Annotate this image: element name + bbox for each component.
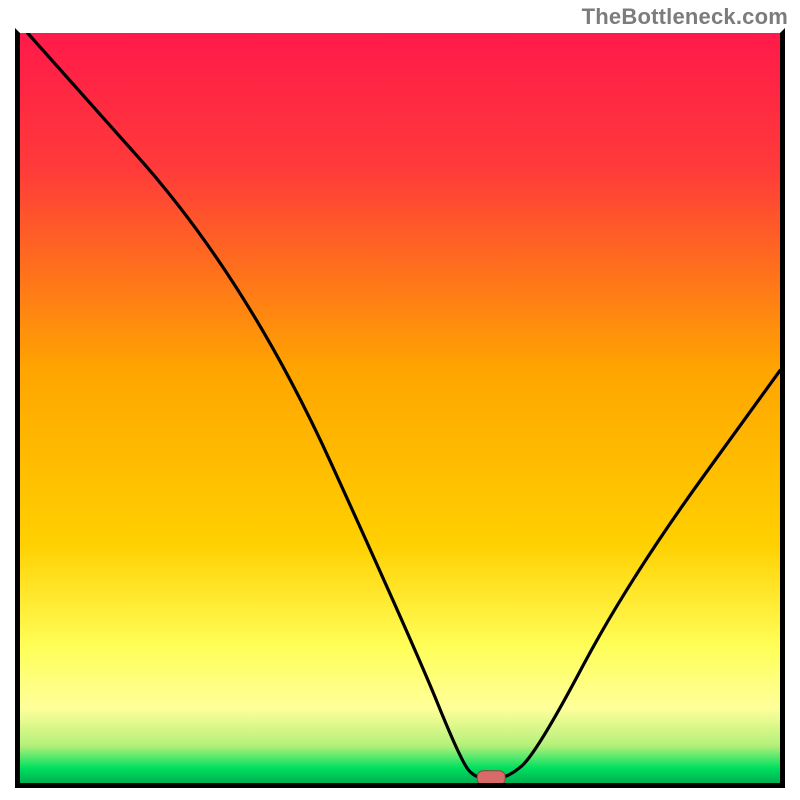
optimum-marker [20,33,780,783]
watermark-text: TheBottleneck.com [582,4,788,30]
chart-stage: TheBottleneck.com [0,0,800,800]
plot-frame [15,28,785,788]
